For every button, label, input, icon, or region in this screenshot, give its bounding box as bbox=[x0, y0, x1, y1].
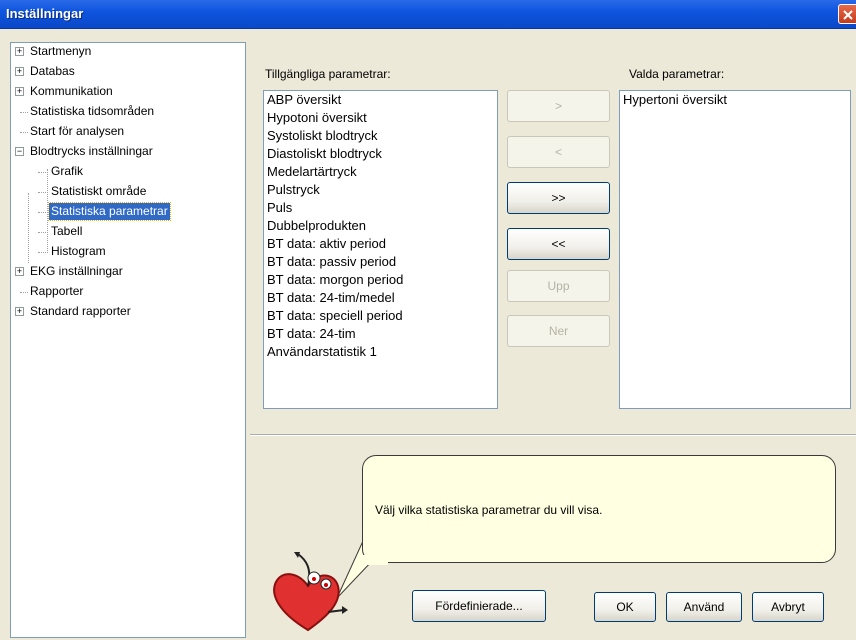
heart-mascot-icon bbox=[273, 552, 348, 632]
list-item[interactable]: BT data: 24-tim/medel bbox=[264, 289, 497, 307]
expand-icon[interactable]: + bbox=[15, 67, 24, 76]
move-up-button[interactable]: Upp bbox=[507, 270, 610, 302]
tree-item-label: Start för analysen bbox=[30, 124, 125, 138]
add-button[interactable]: > bbox=[507, 90, 610, 122]
list-item[interactable]: BT data: aktiv period bbox=[264, 235, 497, 253]
list-item[interactable]: Diastoliskt blodtryck bbox=[264, 145, 497, 163]
tree-item-label: Statistiska tidsområden bbox=[30, 104, 155, 118]
add-all-button[interactable]: >> bbox=[507, 182, 610, 214]
help-text: Välj vilka statistiska parametrar du vil… bbox=[375, 503, 603, 517]
expand-icon[interactable]: + bbox=[15, 47, 24, 56]
close-icon bbox=[843, 10, 853, 20]
speech-bubble-tail-fill bbox=[362, 555, 388, 565]
settings-tree[interactable]: + Startmenyn + Databas + Kommunikation S… bbox=[10, 42, 246, 638]
window-title: Inställningar bbox=[6, 6, 84, 21]
selected-parameters-list[interactable]: Hypertoni översikt bbox=[619, 90, 851, 409]
list-item[interactable]: Hypotoni översikt bbox=[264, 109, 497, 127]
close-button[interactable] bbox=[838, 4, 856, 24]
tree-item-label: Startmenyn bbox=[30, 44, 92, 58]
ok-button[interactable]: OK bbox=[594, 592, 656, 622]
list-item[interactable]: Hypertoni översikt bbox=[620, 91, 850, 109]
move-down-button[interactable]: Ner bbox=[507, 315, 610, 347]
list-item[interactable]: Medelartärtryck bbox=[264, 163, 497, 181]
tree-item-label: Histogram bbox=[51, 244, 106, 258]
tree-item-label: Statistiska parametrar bbox=[48, 202, 171, 221]
available-parameters-label: Tillgängliga parametrar: bbox=[265, 67, 391, 81]
remove-button[interactable]: < bbox=[507, 136, 610, 168]
tree-item-label: Kommunikation bbox=[30, 84, 113, 98]
tree-item-label: Statistiskt område bbox=[51, 184, 147, 198]
expand-icon[interactable]: + bbox=[15, 87, 24, 96]
list-item[interactable]: Dubbelprodukten bbox=[264, 217, 497, 235]
list-item[interactable]: Puls bbox=[264, 199, 497, 217]
list-item[interactable]: Användarstatistik 1 bbox=[264, 343, 497, 361]
tree-item-label: EKG inställningar bbox=[30, 264, 123, 278]
title-bar: Inställningar bbox=[0, 0, 856, 29]
list-item[interactable]: BT data: speciell period bbox=[264, 307, 497, 325]
tree-item-label: Grafik bbox=[51, 164, 84, 178]
expand-icon[interactable]: + bbox=[15, 267, 24, 276]
tree-item-label: Standard rapporter bbox=[30, 304, 131, 318]
list-item[interactable]: BT data: passiv period bbox=[264, 253, 497, 271]
tree-item-label: Tabell bbox=[51, 224, 83, 238]
apply-button[interactable]: Använd bbox=[666, 592, 742, 622]
collapse-icon[interactable]: − bbox=[15, 147, 24, 156]
predefined-button[interactable]: Fördefinierade... bbox=[412, 590, 546, 622]
selected-parameters-label: Valda parametrar: bbox=[629, 67, 725, 81]
tree-item-label: Rapporter bbox=[30, 284, 84, 298]
list-item[interactable]: BT data: 24-tim bbox=[264, 325, 497, 343]
list-item[interactable]: BT data: morgon period bbox=[264, 271, 497, 289]
list-item[interactable]: ABP översikt bbox=[264, 91, 497, 109]
list-item[interactable]: Systoliskt blodtryck bbox=[264, 127, 497, 145]
remove-all-button[interactable]: << bbox=[507, 228, 610, 260]
expand-icon[interactable]: + bbox=[15, 307, 24, 316]
cancel-button[interactable]: Avbryt bbox=[752, 592, 824, 622]
tree-item-label: Blodtrycks inställningar bbox=[30, 144, 153, 158]
available-parameters-list[interactable]: ABP översikt Hypotoni översikt Systolisk… bbox=[263, 90, 498, 409]
list-item[interactable]: Pulstryck bbox=[264, 181, 497, 199]
tree-item-label: Databas bbox=[30, 64, 75, 78]
